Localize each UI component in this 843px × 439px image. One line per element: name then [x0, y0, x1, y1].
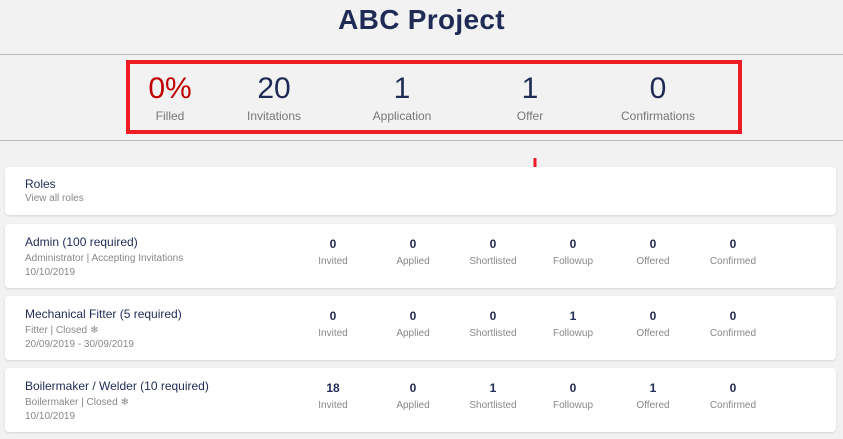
- role-name[interactable]: Boilermaker / Welder (10 required): [25, 379, 209, 393]
- metric-label: Confirmed: [709, 400, 757, 411]
- metric-label: Offered: [636, 256, 670, 267]
- stat-label: Filled: [155, 108, 185, 123]
- metric-label: Followup: [552, 256, 594, 267]
- metric-value: 0: [489, 309, 497, 323]
- role-meta-text: Boilermaker | Closed: [25, 397, 118, 408]
- metric-value: 18: [326, 381, 340, 395]
- divider-bottom: [0, 140, 843, 141]
- role-metric-offered[interactable]: 0 Offered: [613, 309, 693, 339]
- metric-label: Invited: [318, 400, 348, 411]
- role-metric-invited[interactable]: 0 Invited: [293, 309, 373, 339]
- metric-label: Followup: [552, 400, 594, 411]
- metric-label: Invited: [318, 256, 348, 267]
- metric-value: 0: [409, 381, 417, 395]
- role-metric-applied[interactable]: 0 Applied: [373, 309, 453, 339]
- role-metric-followup[interactable]: 0 Followup: [533, 237, 613, 267]
- stat-value: 0%: [148, 71, 192, 105]
- role-date: 20/09/2019 - 30/09/2019: [25, 339, 134, 350]
- metric-label: Applied: [396, 256, 430, 267]
- role-metric-shortlisted[interactable]: 0 Shortlisted: [453, 309, 533, 339]
- role-meta-text: Fitter | Closed: [25, 325, 88, 336]
- metric-value: 1: [649, 381, 657, 395]
- roles-header-card: Roles View all roles: [5, 167, 836, 215]
- stat-invitations[interactable]: 20 Invitations: [210, 72, 338, 123]
- role-metric-confirmed[interactable]: 0 Confirmed: [693, 309, 773, 339]
- project-page: ABC Project 0% Filled 20 Invitations 1 A…: [0, 0, 843, 439]
- stat-value: 1: [521, 71, 539, 105]
- metric-label: Offered: [636, 328, 670, 339]
- role-meta: Boilermaker | Closed ❄: [25, 397, 129, 408]
- role-date: 10/10/2019: [25, 411, 76, 422]
- metric-value: 0: [489, 237, 497, 251]
- roles-title: Roles: [25, 177, 56, 191]
- stat-application[interactable]: 1 Application: [338, 72, 466, 123]
- metric-value: 0: [329, 237, 337, 251]
- metric-value: 0: [409, 237, 417, 251]
- role-metric-invited[interactable]: 0 Invited: [293, 237, 373, 267]
- metric-value: 0: [649, 309, 657, 323]
- role-metric-confirmed[interactable]: 0 Confirmed: [693, 237, 773, 267]
- stat-label: Invitations: [246, 108, 302, 123]
- metric-label: Confirmed: [709, 256, 757, 267]
- role-metric-applied[interactable]: 0 Applied: [373, 381, 453, 411]
- metric-label: Shortlisted: [469, 400, 517, 411]
- stat-label: Confirmations: [620, 108, 696, 123]
- role-card[interactable]: Admin (100 required) Administrator | Acce…: [5, 224, 836, 288]
- stat-value: 20: [257, 71, 291, 105]
- metric-label: Shortlisted: [469, 256, 517, 267]
- role-metric-offered[interactable]: 0 Offered: [613, 237, 693, 267]
- role-metric-applied[interactable]: 0 Applied: [373, 237, 453, 267]
- stat-filled: 0% Filled: [130, 72, 210, 123]
- metric-value: 1: [489, 381, 497, 395]
- role-meta: Fitter | Closed ❄: [25, 325, 98, 336]
- metric-value: 0: [569, 381, 577, 395]
- view-all-roles-link[interactable]: View all roles: [25, 193, 84, 204]
- metric-value: 0: [729, 381, 737, 395]
- stat-label: Application: [372, 108, 432, 123]
- metric-label: Offered: [636, 400, 670, 411]
- stats-summary: 0% Filled 20 Invitations 1 Application 1…: [126, 60, 742, 134]
- metric-value: 0: [729, 309, 737, 323]
- role-metric-offered[interactable]: 1 Offered: [613, 381, 693, 411]
- metric-label: Confirmed: [709, 328, 757, 339]
- role-metric-followup[interactable]: 1 Followup: [533, 309, 613, 339]
- metric-label: Applied: [396, 400, 430, 411]
- snowflake-icon: ❄: [120, 397, 130, 408]
- page-title: ABC Project: [338, 4, 505, 35]
- metric-value: 0: [729, 237, 737, 251]
- snowflake-icon: ❄: [90, 325, 99, 336]
- role-name[interactable]: Admin (100 required): [25, 235, 138, 249]
- role-card[interactable]: Mechanical Fitter (5 required) Fitter | C…: [5, 296, 836, 360]
- metric-label: Invited: [318, 328, 348, 339]
- divider-top: [0, 54, 843, 55]
- metric-label: Followup: [552, 328, 594, 339]
- metric-value: 0: [649, 237, 657, 251]
- role-metric-confirmed[interactable]: 0 Confirmed: [693, 381, 773, 411]
- role-meta-text: Administrator | Accepting Invitations: [25, 253, 184, 264]
- metric-label: Shortlisted: [469, 328, 517, 339]
- stat-label: Offer: [516, 108, 544, 123]
- role-metric-shortlisted[interactable]: 1 Shortlisted: [453, 381, 533, 411]
- role-metric-shortlisted[interactable]: 0 Shortlisted: [453, 237, 533, 267]
- stat-value: 1: [393, 71, 411, 105]
- metric-value: 1: [569, 309, 577, 323]
- role-metric-followup[interactable]: 0 Followup: [533, 381, 613, 411]
- role-metric-invited[interactable]: 18 Invited: [293, 381, 373, 411]
- role-name[interactable]: Mechanical Fitter (5 required): [25, 307, 182, 321]
- role-card[interactable]: Boilermaker / Welder (10 required) Boiler…: [5, 368, 836, 432]
- metric-value: 0: [569, 237, 577, 251]
- metric-label: Applied: [396, 328, 430, 339]
- stat-value: 0: [649, 71, 667, 105]
- stat-confirmations[interactable]: 0 Confirmations: [594, 72, 722, 123]
- role-date: 10/10/2019: [25, 267, 76, 278]
- stat-offer[interactable]: 1 Offer: [466, 72, 594, 123]
- role-meta: Administrator | Accepting Invitations: [25, 253, 183, 264]
- metric-value: 0: [329, 309, 337, 323]
- metric-value: 0: [409, 309, 417, 323]
